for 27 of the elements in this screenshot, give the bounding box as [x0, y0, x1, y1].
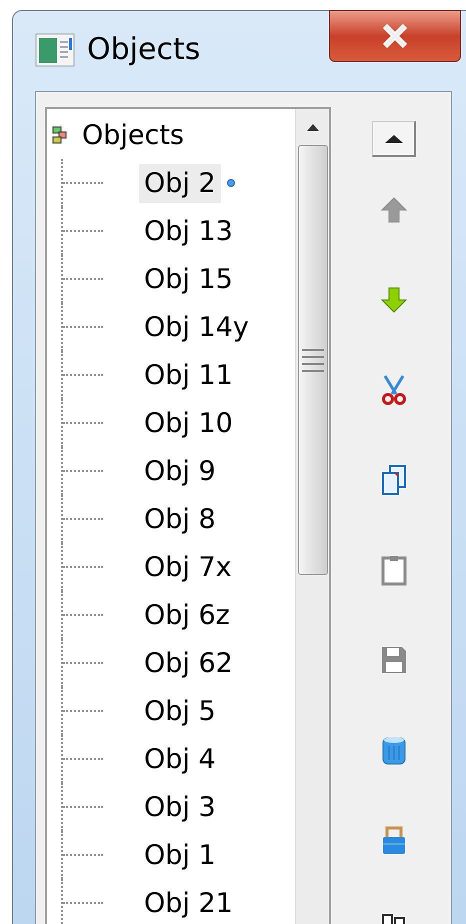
- tree-item[interactable]: Obj 2: [139, 164, 221, 202]
- tree-item[interactable]: Obj 62: [139, 644, 238, 682]
- tree-item[interactable]: Obj 15: [139, 260, 238, 298]
- window-title: Objects: [87, 35, 200, 65]
- tree-item[interactable]: Obj 11: [139, 356, 238, 394]
- tree-item[interactable]: Obj 9: [139, 452, 221, 490]
- window-app-icon: [35, 33, 75, 67]
- tree-item[interactable]: Obj 21: [139, 884, 238, 922]
- tree-item[interactable]: Obj 8: [139, 500, 221, 538]
- scrollbar-thumb[interactable]: [298, 145, 328, 575]
- caret-up-icon: [384, 134, 402, 142]
- scrollbar[interactable]: [295, 109, 329, 924]
- tree-item[interactable]: Obj 14y: [139, 308, 254, 346]
- tree-item[interactable]: Obj 13: [139, 212, 238, 250]
- tree-item[interactable]: Obj 7x: [139, 548, 237, 586]
- scroll-up-button[interactable]: [372, 121, 416, 157]
- tree-item[interactable]: Obj 6z: [139, 596, 235, 634]
- close-button[interactable]: [329, 10, 461, 62]
- grip-icon: [302, 347, 324, 373]
- scroll-up-icon: [306, 123, 318, 131]
- tree-root-label[interactable]: Objects: [82, 122, 184, 148]
- tree-item[interactable]: Obj 3: [139, 788, 221, 826]
- tree-item[interactable]: Obj 5: [139, 692, 221, 730]
- close-icon: [380, 23, 410, 49]
- tree-item[interactable]: Obj 10: [139, 404, 238, 442]
- tree-item[interactable]: Obj 1: [139, 836, 221, 874]
- tree-item[interactable]: Obj 4: [139, 740, 221, 778]
